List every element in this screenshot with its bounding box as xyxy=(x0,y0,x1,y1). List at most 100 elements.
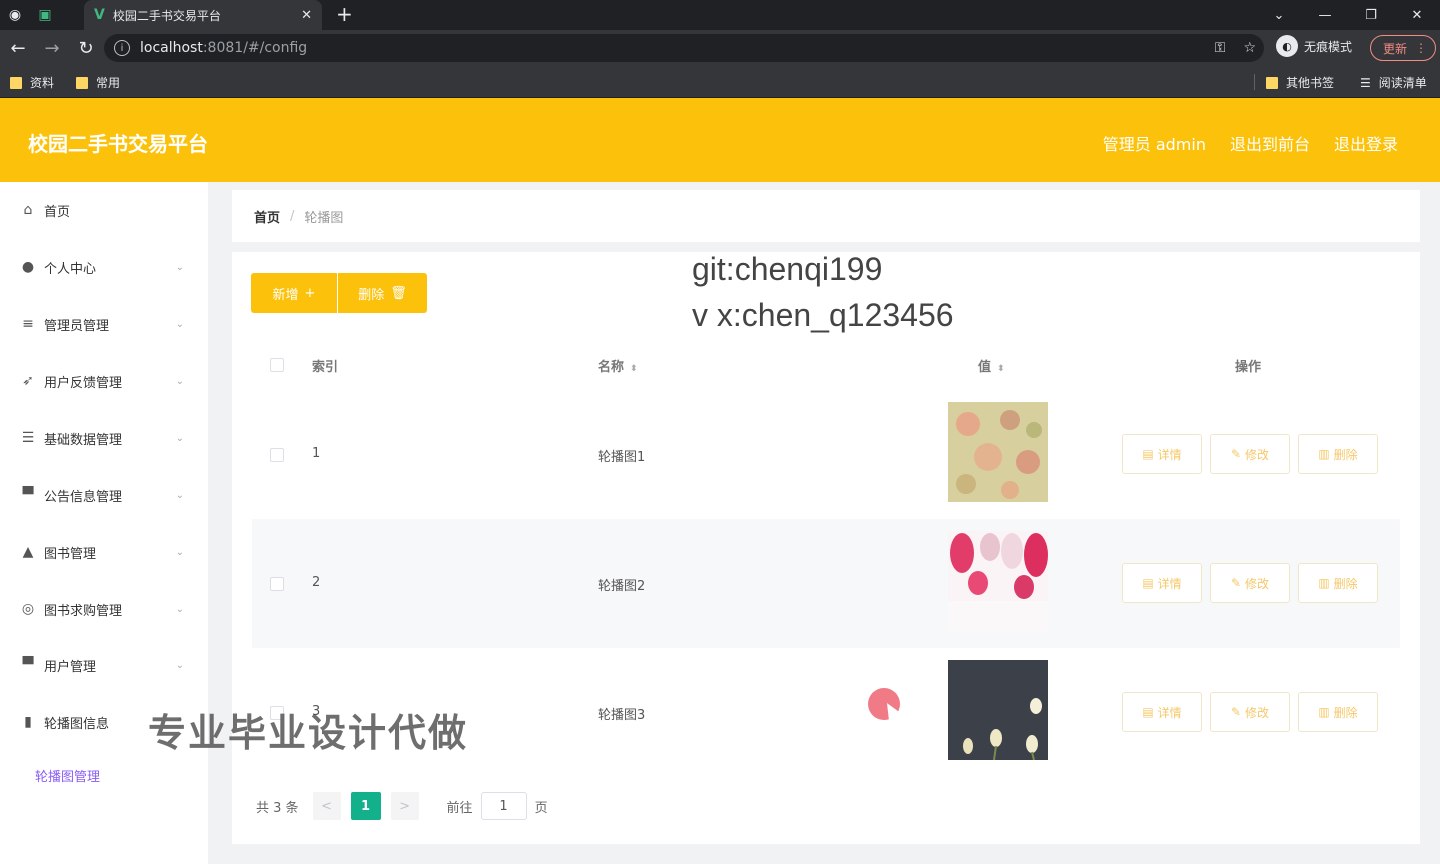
url-host: localhost xyxy=(140,40,203,56)
sidebar-item-books[interactable]: ▲ 图书管理 ⌄ xyxy=(0,532,208,572)
incognito-indicator[interactable]: ◐ 无痕模式 xyxy=(1276,35,1352,57)
minimize-icon[interactable]: — xyxy=(1302,0,1348,30)
row-name: 轮播图2 xyxy=(598,579,646,594)
tab-close-icon[interactable]: ✕ xyxy=(301,8,312,23)
breadcrumb-home[interactable]: 首页 xyxy=(254,207,280,226)
detail-button[interactable]: ▤ 详情 xyxy=(1122,692,1202,732)
header-index: 索引 xyxy=(312,360,339,375)
edit-button[interactable]: ✎ 修改 xyxy=(1210,563,1290,603)
tab-list-icon[interactable]: ⌄ xyxy=(1256,0,1302,30)
sidebar-item-label: 用户管理 xyxy=(44,659,97,675)
sidebar-item-personal[interactable]: ● 个人中心 ⌄ xyxy=(0,247,208,287)
detail-button[interactable]: ▤ 详情 xyxy=(1122,563,1202,603)
row-index: 1 xyxy=(312,446,321,461)
logout-link[interactable]: 退出登录 xyxy=(1334,131,1398,155)
header-name-label: 名称 xyxy=(598,360,625,375)
table-row: 1 轮播图1 ▤ 详情 ✎ 修改 ▥ 删除 xyxy=(252,390,1400,519)
sidebar-item-label: 轮播图信息 xyxy=(44,716,110,732)
bookmark-label: 阅读清单 xyxy=(1378,76,1427,90)
edit-button[interactable]: ✎ 修改 xyxy=(1210,434,1290,474)
browser-profile-icon[interactable]: ◉ xyxy=(0,2,30,28)
row-checkbox[interactable] xyxy=(270,448,284,462)
next-page-button[interactable]: > xyxy=(390,792,419,820)
url-input[interactable]: i localhost:8081/#/config ⚿ ☆ xyxy=(104,34,1264,62)
row-delete-button[interactable]: ▥ 删除 xyxy=(1298,563,1378,603)
person-icon: ▲ xyxy=(22,544,34,560)
edit-icon: ✎ xyxy=(1230,705,1242,719)
page-unit-label: 页 xyxy=(534,800,548,816)
row-checkbox[interactable] xyxy=(270,577,284,591)
reload-icon[interactable]: ↻ xyxy=(70,32,102,64)
exit-to-front-link[interactable]: 退出到前台 xyxy=(1230,131,1310,155)
update-label: 更新 xyxy=(1383,41,1408,56)
row-actions: ▤ 详情 ✎ 修改 ▥ 删除 xyxy=(1122,692,1378,732)
more-menu-icon: ⋮ xyxy=(1415,41,1427,55)
sidebar-item-admin[interactable]: ≡ 管理员管理 ⌄ xyxy=(0,304,208,344)
select-all-checkbox[interactable] xyxy=(270,358,284,372)
app-title: 校园二手书交易平台 xyxy=(28,132,208,156)
bookmark-folder-ziliao[interactable]: 资料 xyxy=(10,74,54,91)
bookmark-folder-changyong[interactable]: 常用 xyxy=(76,74,120,91)
add-button[interactable]: 新增 + xyxy=(251,273,337,313)
back-icon[interactable]: ← xyxy=(2,32,34,64)
sidebar-item-home[interactable]: ⌂ 首页 xyxy=(0,190,208,230)
key-icon[interactable]: ⚿ xyxy=(1215,40,1226,56)
row-actions: ▤ 详情 ✎ 修改 ▥ 删除 xyxy=(1122,563,1378,603)
tab-search-icon[interactable]: ▣ xyxy=(30,2,60,28)
reading-list[interactable]: ☰ 阅读清单 xyxy=(1360,74,1427,91)
sidebar-item-label: 图书求购管理 xyxy=(44,603,123,619)
bookmark-star-icon[interactable]: ☆ xyxy=(1243,40,1256,56)
promo-watermark: 专业毕业设计代做 xyxy=(148,711,469,755)
header-value-label: 值 xyxy=(978,360,992,375)
window-controls: ⌄ — ❐ ✕ xyxy=(1256,0,1440,30)
carousel-thumbnail xyxy=(948,660,1048,761)
row-index: 2 xyxy=(312,575,321,590)
tab-title: 校园二手书交易平台 xyxy=(112,8,221,23)
sidebar-subitem-carousel-manage[interactable]: 轮播图管理 xyxy=(35,766,100,785)
folder-icon xyxy=(10,76,22,89)
row-delete-button[interactable]: ▥ 删除 xyxy=(1298,434,1378,474)
chevron-down-icon: ⌄ xyxy=(175,432,184,444)
sidebar-item-book-requests[interactable]: ◎ 图书求购管理 ⌄ xyxy=(0,589,208,629)
sidebar-item-basedata[interactable]: ☰ 基础数据管理 ⌄ xyxy=(0,418,208,458)
bookmark-other[interactable]: 其他书签 xyxy=(1266,74,1334,91)
forward-icon[interactable]: → xyxy=(36,32,68,64)
delete-button[interactable]: 删除 🗑 xyxy=(338,273,427,313)
new-tab-button[interactable]: + xyxy=(336,2,353,26)
url-path: :8081/#/config xyxy=(202,40,308,56)
folder-icon xyxy=(1266,76,1278,89)
bookmark-separator xyxy=(1254,74,1255,90)
detail-label: 详情 xyxy=(1157,576,1182,591)
header-value[interactable]: 值 ⬍ xyxy=(978,356,1005,375)
detail-button[interactable]: ▤ 详情 xyxy=(1122,434,1202,474)
sidebar-item-notice[interactable]: ▀ 公告信息管理 ⌄ xyxy=(0,475,208,515)
sidebar-item-feedback[interactable]: ➶ 用户反馈管理 ⌄ xyxy=(0,361,208,401)
carousel-table: 索引 名称 ⬍ 值 ⬍ 操作 1 轮播图1 ▤ 详情 ✎ 修改 ▥ 删除 2 轮… xyxy=(252,340,1400,761)
close-window-icon[interactable]: ✕ xyxy=(1394,0,1440,30)
delete-label: 删除 xyxy=(1333,576,1358,591)
sidebar-item-users[interactable]: ▀ 用户管理 ⌄ xyxy=(0,645,208,685)
prev-page-button[interactable]: < xyxy=(312,792,341,820)
update-button[interactable]: 更新 ⋮ xyxy=(1370,35,1436,61)
bookmark-label: 资料 xyxy=(30,76,55,90)
browser-tab[interactable]: V 校园二手书交易平台 ✕ xyxy=(84,0,322,30)
bookmark-label: 常用 xyxy=(96,76,121,90)
contact-watermark: git:chenqi199 v x:chen_q123456 xyxy=(692,246,954,338)
restore-icon[interactable]: ❐ xyxy=(1348,0,1394,30)
monitor-icon: ▀ xyxy=(22,487,34,503)
goto-page-input[interactable]: 1 xyxy=(480,792,527,820)
sort-icon[interactable]: ⬍ xyxy=(997,364,1005,374)
delete-button-label: 删除 xyxy=(358,287,385,303)
goto-label: 前往 xyxy=(446,800,473,816)
row-actions: ▤ 详情 ✎ 修改 ▥ 删除 xyxy=(1122,434,1378,474)
header-name[interactable]: 名称 ⬍ xyxy=(598,356,638,375)
send-icon: ➶ xyxy=(22,373,34,389)
page-1-button[interactable]: 1 xyxy=(350,792,381,820)
site-info-icon[interactable]: i xyxy=(114,40,130,56)
edit-button[interactable]: ✎ 修改 xyxy=(1210,692,1290,732)
row-delete-button[interactable]: ▥ 删除 xyxy=(1298,692,1378,732)
sidebar-item-label: 公告信息管理 xyxy=(44,489,123,505)
chart-icon: ▮ xyxy=(24,714,32,730)
sort-icon[interactable]: ⬍ xyxy=(630,364,638,374)
git-line: git:chenqi199 xyxy=(692,251,883,287)
